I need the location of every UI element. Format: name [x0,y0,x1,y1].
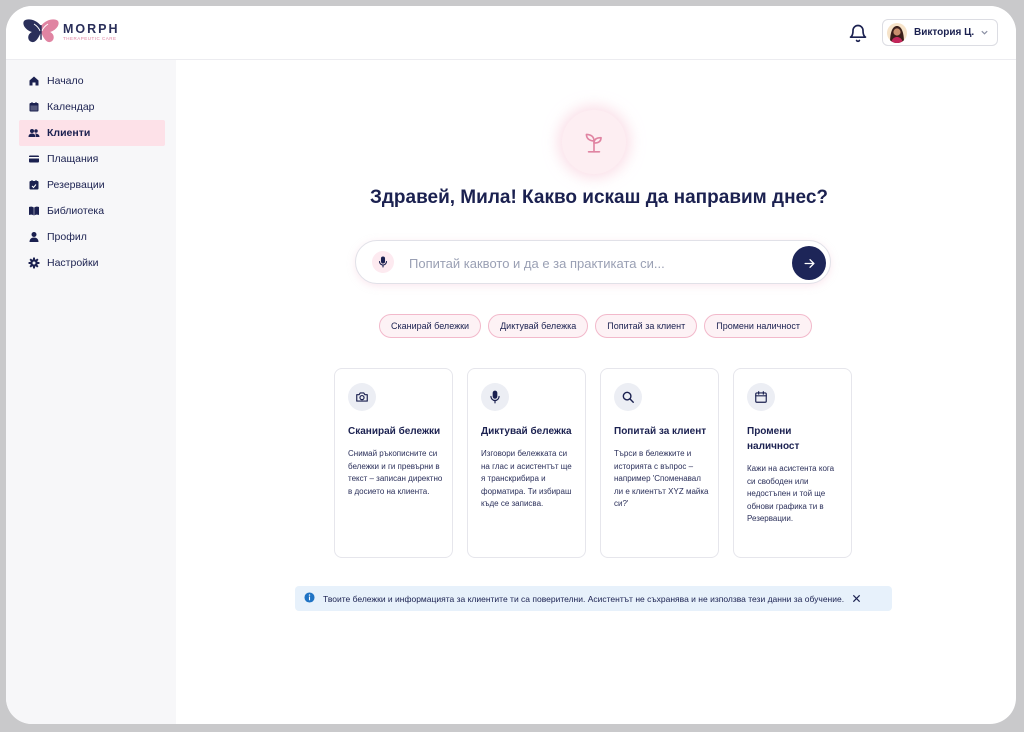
privacy-notice: Твоите бележки и информацията за клиенти… [295,586,892,611]
feature-cards: Сканирай бележки Снимай ръкописните си б… [334,368,852,558]
bell-icon[interactable] [848,23,868,43]
card-description: Изговори бележката си на глас и асистент… [481,449,572,508]
arrow-right-icon [803,258,815,268]
chip-ask-client[interactable]: Попитай за клиент [595,314,698,338]
microphone-icon [481,383,509,411]
info-icon [304,590,315,608]
sidebar-item-label: Календар [47,101,95,113]
close-icon[interactable] [852,590,861,608]
microphone-icon [378,256,388,268]
sidebar-item-home[interactable]: Начало [19,68,165,94]
sidebar-item-calendar[interactable]: Календар [19,94,165,120]
book-icon [29,206,39,216]
user-name: Виктория Ц. [914,27,975,38]
card-description: Търси в бележките и историята с въпрос –… [614,449,709,508]
sprout-icon [585,133,602,153]
card-dictate-note[interactable]: Диктувай бележка Изговори бележката си н… [467,368,586,558]
sidebar-item-reservations[interactable]: Резервации [19,172,165,198]
gear-icon [28,257,40,269]
calendar-check-icon [29,180,39,190]
user-icon [29,232,39,242]
chip-dictate-note[interactable]: Диктувай бележка [488,314,589,338]
quick-action-chips: Сканирай бележки Диктувай бележка Попита… [379,314,812,338]
card-scan-notes[interactable]: Сканирай бележки Снимай ръкописните си б… [334,368,453,558]
app-window: MORPH THERAPEUTIC CARE Виктория Ц. Начал… [6,6,1016,724]
search-icon [614,383,642,411]
sidebar-item-label: Плащания [47,153,99,165]
chip-change-availability[interactable]: Промени наличност [704,314,812,338]
card-title: Промени наличност [747,426,800,452]
users-icon [28,129,40,137]
avatar [887,22,907,43]
card-title: Попитай за клиент [614,426,707,437]
sidebar-item-label: Клиенти [47,127,91,139]
camera-icon [348,383,376,411]
sidebar-item-settings[interactable]: Настройки [19,250,165,276]
sidebar-item-profile[interactable]: Профил [19,224,165,250]
card-change-availability[interactable]: Промени наличност Кажи на асистента кога… [733,368,852,558]
top-bar: MORPH THERAPEUTIC CARE Виктория Ц. [6,6,1016,60]
microphone-button[interactable] [372,251,394,273]
sidebar-item-label: Настройки [47,257,99,269]
page-title: Здравей, Мила! Какво искаш да направим д… [369,187,829,208]
brand-name: MORPH [63,21,120,36]
assistant-ask-box [355,240,831,284]
card-ask-client[interactable]: Попитай за клиент Търси в бележките и ис… [600,368,719,558]
calendar-icon [29,102,39,112]
chip-scan-notes[interactable]: Сканирай бележки [379,314,482,338]
butterfly-logo-icon [23,19,59,43]
sidebar: Начало Календар Клиенти Плащания Резерва… [6,60,176,724]
sidebar-item-label: Профил [47,231,87,243]
sidebar-item-label: Начало [47,75,84,87]
brand-logo[interactable]: MORPH THERAPEUTIC CARE [22,18,120,46]
send-button[interactable] [792,246,826,280]
home-icon [29,76,39,86]
sidebar-item-label: Резервации [47,179,105,191]
hero-badge [562,110,626,174]
chevron-down-icon [980,24,989,42]
user-menu-button[interactable]: Виктория Ц. [882,19,998,46]
card-title: Диктувай бележка [481,426,572,437]
sidebar-item-label: Библиотека [47,205,105,217]
card-description: Снимай ръкописните си бележки и ги превъ… [348,449,443,496]
sidebar-item-payments[interactable]: Плащания [19,146,165,172]
ask-input[interactable] [407,252,781,274]
card-description: Кажи на асистента кога си свободен или н… [747,464,835,523]
card-title: Сканирай бележки [348,426,441,437]
brand-subtitle: THERAPEUTIC CARE [63,35,117,41]
privacy-notice-text: Твоите бележки и информацията за клиенти… [323,593,845,604]
card-icon [29,155,39,163]
sidebar-nav: Начало Календар Клиенти Плащания Резерва… [19,68,165,276]
calendar-icon [747,383,775,411]
sidebar-item-library[interactable]: Библиотека [19,198,165,224]
sidebar-item-clients[interactable]: Клиенти [19,120,165,146]
